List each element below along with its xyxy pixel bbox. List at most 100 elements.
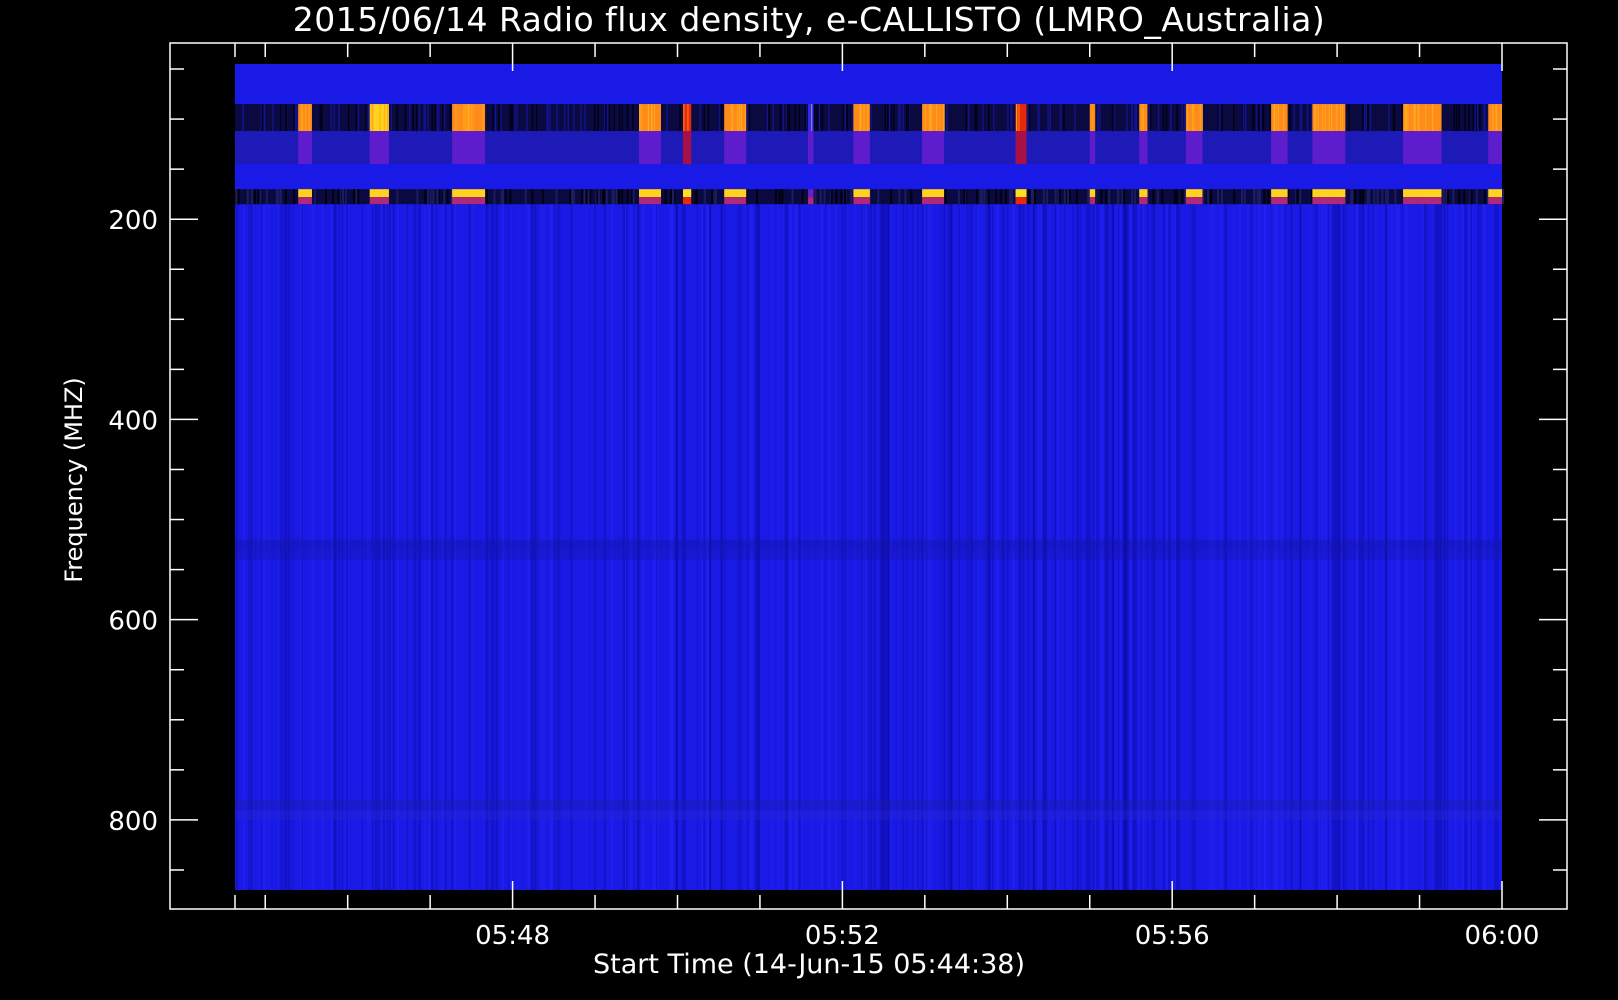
band-streak xyxy=(446,189,449,205)
burst-streak xyxy=(1336,104,1338,132)
burst-streak xyxy=(384,104,386,132)
band-streak xyxy=(877,189,880,205)
burst-lower xyxy=(298,189,312,198)
band-streak xyxy=(601,189,604,205)
band-streak xyxy=(605,189,608,205)
band-streak xyxy=(835,189,838,205)
band-streak xyxy=(1376,189,1379,205)
band-streak xyxy=(818,104,821,132)
band-streak xyxy=(437,104,439,132)
y-tick-label: 800 xyxy=(108,807,158,837)
band-streak xyxy=(1028,189,1031,205)
band-streak xyxy=(786,104,789,132)
burst-upper xyxy=(1403,104,1442,132)
band-streak xyxy=(1030,189,1033,205)
band-streak xyxy=(666,104,668,132)
burst-mid xyxy=(1312,131,1346,165)
band-streak xyxy=(1369,104,1372,132)
band-streak xyxy=(975,104,978,132)
burst-lower xyxy=(452,189,486,198)
burst-streak xyxy=(1314,104,1316,132)
band-streak xyxy=(1483,189,1486,205)
burst-lower xyxy=(1089,189,1096,198)
band-streak xyxy=(910,189,913,205)
band-streak xyxy=(572,189,575,205)
band-streak xyxy=(1401,104,1404,132)
y-tick-label: 200 xyxy=(108,206,158,236)
burst-lower xyxy=(808,189,814,198)
burst-mid xyxy=(452,131,486,165)
burst-streak xyxy=(386,104,388,132)
band-streak xyxy=(295,104,297,132)
burst-streak xyxy=(732,104,734,132)
band-streak xyxy=(1054,189,1057,205)
band-streak xyxy=(632,189,635,205)
band-streak xyxy=(819,189,822,205)
band-streak xyxy=(672,189,675,205)
band-streak xyxy=(542,189,545,205)
band-streak xyxy=(694,189,697,205)
band-streak xyxy=(755,189,758,205)
band-streak xyxy=(524,189,527,205)
band-streak xyxy=(1004,189,1007,205)
burst-streak xyxy=(640,104,642,132)
band-streak xyxy=(843,189,846,205)
burst-streak xyxy=(744,104,746,132)
burst-mid xyxy=(724,131,747,165)
band-streak xyxy=(404,104,407,132)
band-streak xyxy=(355,104,358,132)
burst-streak xyxy=(1199,104,1201,132)
band-streak xyxy=(1063,189,1066,205)
band-streak xyxy=(235,189,238,205)
band-streak xyxy=(798,104,801,132)
band-streak xyxy=(1475,189,1478,205)
burst-streak xyxy=(455,104,457,132)
band-streak xyxy=(840,189,843,205)
band-streak xyxy=(514,104,516,132)
burst-lower-edge xyxy=(1312,197,1346,205)
burst-streak xyxy=(1193,104,1195,132)
band-streak xyxy=(1047,104,1049,132)
burst-lower xyxy=(724,189,747,198)
band-streak xyxy=(1042,189,1045,205)
band-streak xyxy=(250,189,253,205)
burst-streak xyxy=(653,104,655,132)
burst-lower-edge xyxy=(1403,197,1442,205)
band-streak xyxy=(1126,104,1128,132)
band-streak xyxy=(1027,104,1029,132)
burst-mid xyxy=(1271,131,1288,165)
x-tick-label: 05:48 xyxy=(475,921,550,951)
band-streak xyxy=(427,189,430,205)
burst-streak xyxy=(1201,104,1203,132)
band-streak xyxy=(890,104,893,132)
y-axis-label: Frequency (MHZ) xyxy=(60,377,88,583)
band-streak xyxy=(626,104,629,132)
burst-streak xyxy=(1016,104,1018,132)
burst-streak xyxy=(930,104,932,132)
burst-lower-edge xyxy=(1271,197,1288,205)
band-streak xyxy=(261,104,264,132)
band-streak xyxy=(1134,189,1137,205)
burst-lower xyxy=(1139,189,1148,198)
band-streak xyxy=(593,104,596,132)
band-streak xyxy=(1501,189,1504,205)
band-streak xyxy=(427,104,429,132)
burst-streak xyxy=(379,104,381,132)
band-streak xyxy=(1367,104,1369,132)
band-streak xyxy=(1262,104,1265,132)
band-streak xyxy=(1131,189,1134,205)
band-streak xyxy=(357,104,360,132)
band-streak xyxy=(367,104,370,132)
band-streak xyxy=(844,104,847,132)
band-streak xyxy=(338,104,340,132)
band-streak xyxy=(1306,104,1309,132)
x-tick-label: 05:52 xyxy=(805,921,880,951)
band-streak xyxy=(1361,189,1364,205)
x-tick-label: 06:00 xyxy=(1465,921,1540,951)
band-streak xyxy=(1463,189,1466,205)
band-streak xyxy=(617,189,620,205)
band-streak xyxy=(500,189,503,205)
band-streak xyxy=(781,189,784,205)
band-streak xyxy=(1221,104,1223,132)
band-streak xyxy=(498,104,501,132)
